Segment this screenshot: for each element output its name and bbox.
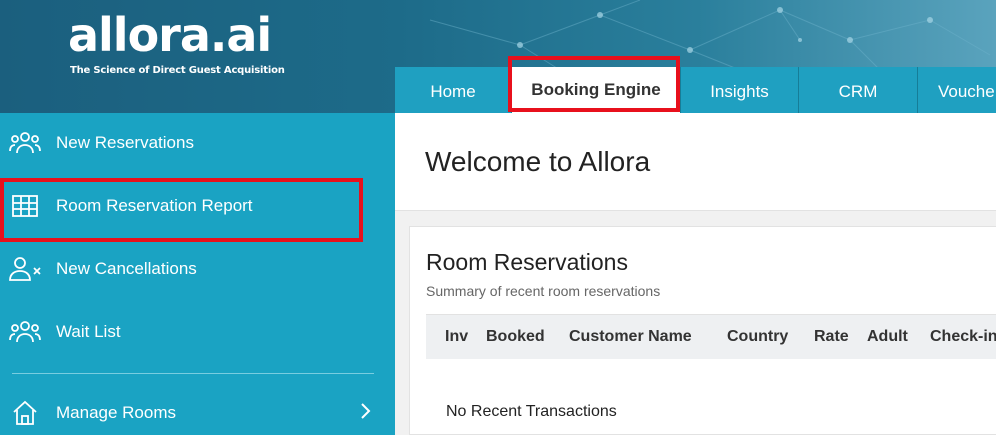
- sidebar-item-manage-rooms[interactable]: Manage Rooms: [0, 383, 395, 443]
- sidebar-divider: [12, 373, 374, 374]
- tab-vouchers[interactable]: Vouche: [918, 67, 996, 113]
- column-header-inv[interactable]: Inv: [445, 328, 468, 346]
- column-header-country[interactable]: Country: [727, 328, 788, 346]
- sidebar-item-label: Room Reservation Report: [56, 196, 253, 215]
- brand-logo[interactable]: allora.ai: [68, 8, 272, 62]
- tab-booking-engine[interactable]: Booking Engine: [512, 67, 680, 113]
- sidebar-item-label: Manage Rooms: [56, 403, 177, 422]
- card-title: Room Reservations: [426, 249, 628, 275]
- users-icon: [8, 318, 42, 346]
- home-icon: [8, 399, 42, 427]
- tab-home[interactable]: Home: [395, 67, 512, 113]
- column-header-adult[interactable]: Adult: [867, 328, 908, 346]
- column-header-check-in[interactable]: Check-in: [930, 328, 996, 346]
- chevron-right-icon: [359, 402, 371, 425]
- sidebar-item-label: Wait List: [56, 322, 121, 341]
- empty-table-message: No Recent Transactions: [446, 403, 617, 420]
- column-header-rate[interactable]: Rate: [814, 328, 849, 346]
- sidebar-item-label: New Reservations: [56, 133, 194, 152]
- card-subtitle: Summary of recent room reservations: [426, 283, 661, 299]
- sidebar-item-room-reservation-report[interactable]: Room Reservation Report: [0, 176, 395, 236]
- grid-table-icon: [8, 192, 42, 220]
- page-title: Welcome to Allora: [425, 146, 651, 177]
- sidebar-item-new-reservations[interactable]: New Reservations: [0, 113, 395, 173]
- column-header-booked[interactable]: Booked: [486, 328, 545, 346]
- sidebar-item-wait-list[interactable]: Wait List: [0, 302, 395, 362]
- users-icon: [8, 129, 42, 157]
- tab-crm[interactable]: CRM: [799, 67, 918, 113]
- tab-insights[interactable]: Insights: [680, 67, 799, 113]
- brand-tagline: The Science of Direct Guest Acquisition: [70, 65, 285, 76]
- column-header-customer-name[interactable]: Customer Name: [569, 328, 692, 346]
- user-remove-icon: [8, 255, 42, 283]
- sidebar-item-label: New Cancellations: [56, 259, 197, 278]
- sidebar-item-new-cancellations[interactable]: New Cancellations: [0, 239, 395, 299]
